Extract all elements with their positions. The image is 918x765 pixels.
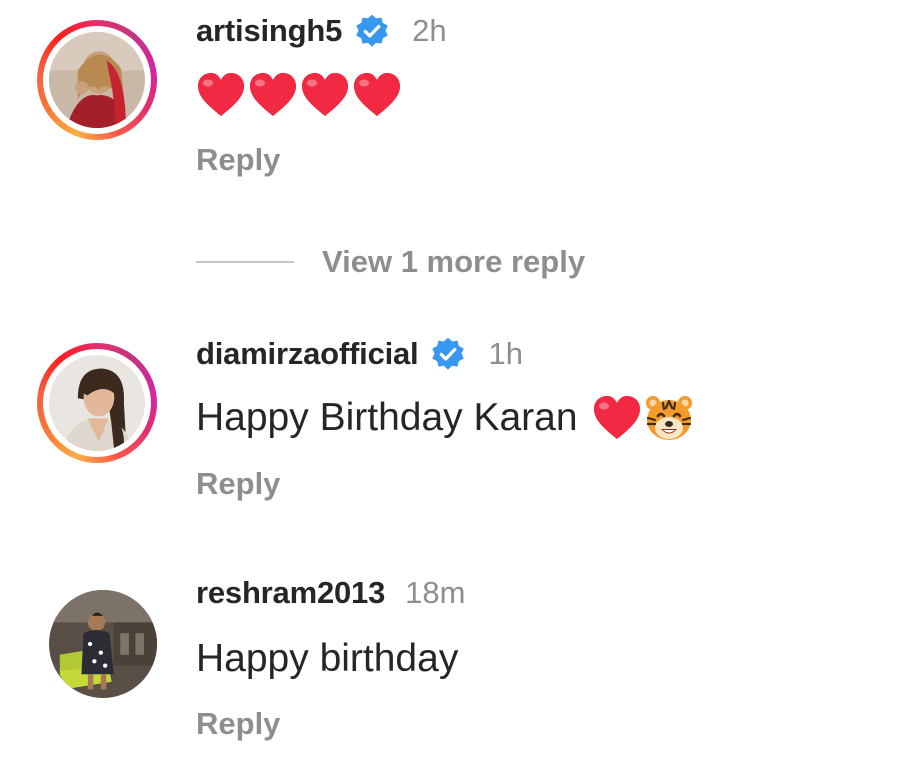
comment-body: Happy birthday bbox=[196, 632, 458, 686]
avatar-container[interactable] bbox=[49, 590, 157, 698]
username-link[interactable]: diamirzaofficial bbox=[196, 336, 419, 372]
comment-item: diamirzaofficial 1h Happy Birthday Karan bbox=[0, 325, 918, 525]
avatar-photo bbox=[49, 32, 145, 128]
view-more-replies[interactable]: View 1 more reply bbox=[196, 240, 585, 284]
comment-timestamp: 2h bbox=[412, 13, 447, 48]
comment-text: Happy Birthday Karan bbox=[196, 396, 578, 439]
red-heart-emoji bbox=[300, 72, 350, 118]
reply-button[interactable]: Reply bbox=[196, 466, 280, 502]
reply-button[interactable]: Reply bbox=[196, 142, 280, 178]
verified-badge-icon bbox=[430, 336, 466, 372]
tiger-face-emoji bbox=[644, 394, 694, 442]
comment-body: Happy Birthday Karan bbox=[196, 391, 694, 445]
comment-header: artisingh5 2h bbox=[196, 11, 447, 51]
comment-text: Happy birthday bbox=[196, 637, 459, 680]
avatar-photo bbox=[49, 590, 157, 698]
verified-badge-icon bbox=[354, 13, 390, 49]
avatar bbox=[49, 590, 157, 698]
avatar bbox=[49, 32, 145, 128]
comment-timestamp: 18m bbox=[405, 575, 466, 610]
comment-body bbox=[196, 70, 404, 120]
reply-button[interactable]: Reply bbox=[196, 706, 280, 742]
red-heart-emoji bbox=[352, 72, 402, 118]
avatar bbox=[49, 355, 145, 451]
red-heart-emoji bbox=[196, 72, 246, 118]
story-ring-avatar[interactable] bbox=[37, 20, 157, 140]
comment-item: artisingh5 2h Reply bbox=[0, 0, 918, 220]
username-link[interactable]: reshram2013 bbox=[196, 575, 385, 611]
divider-line bbox=[196, 261, 294, 263]
view-more-replies-label: View 1 more reply bbox=[322, 244, 586, 279]
comment-item: reshram2013 18m Happy birthday Reply bbox=[0, 570, 918, 765]
red-heart-emoji bbox=[248, 72, 298, 118]
story-ring-avatar[interactable] bbox=[37, 343, 157, 463]
comment-timestamp: 1h bbox=[488, 336, 523, 371]
avatar-photo bbox=[49, 355, 145, 451]
comment-header: diamirzaofficial 1h bbox=[196, 334, 523, 374]
red-heart-emoji bbox=[592, 395, 642, 441]
username-link[interactable]: artisingh5 bbox=[196, 13, 342, 49]
comment-header: reshram2013 18m bbox=[196, 573, 465, 613]
